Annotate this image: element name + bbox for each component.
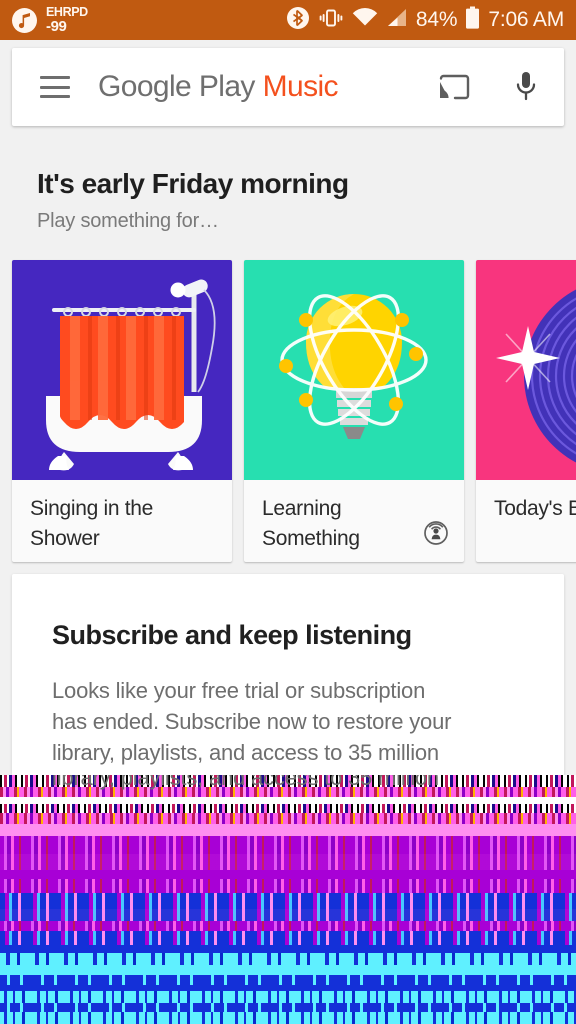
battery-icon xyxy=(465,6,480,35)
cell-signal-icon xyxy=(386,8,408,33)
podcast-icon xyxy=(424,521,448,562)
card-label: Today's Biggest xyxy=(476,480,576,562)
card-title: Today's Biggest xyxy=(494,497,576,520)
corrupted-text-remnant: library, playlists, and access to 35 mil… xyxy=(52,775,439,790)
hamburger-menu-icon[interactable] xyxy=(40,76,70,98)
network-type-label: EHRPD xyxy=(46,5,88,20)
shower-curtain-bathtub-artwork xyxy=(12,260,232,480)
app-bar: Google Play Music xyxy=(12,48,564,126)
vinyl-record-sparkle-artwork xyxy=(476,260,576,480)
signal-strength-label: -99 xyxy=(46,17,67,35)
brand-accent-label: Music xyxy=(262,70,339,103)
card-title: Learning Something xyxy=(262,497,360,550)
network-indicator: EHRPD -99 xyxy=(46,6,88,34)
card-singing-in-the-shower[interactable]: Singing in the Shower xyxy=(12,260,232,562)
card-label: Singing in the Shower xyxy=(12,480,232,562)
status-bar-right: 84% 7:06 AM xyxy=(286,6,564,35)
app-title: Google Play Music xyxy=(98,70,339,104)
vibrate-icon xyxy=(318,6,344,35)
status-bar: EHRPD -99 84% 7:06 AM xyxy=(0,0,576,40)
clock-label: 7:06 AM xyxy=(488,8,564,31)
card-label: Learning Something xyxy=(244,480,464,562)
greeting-subtitle: Play something for… xyxy=(37,210,219,232)
lightbulb-atom-artwork xyxy=(244,260,464,480)
bluetooth-icon xyxy=(286,6,310,35)
subscribe-body: Looks like your free trial or subscripti… xyxy=(52,675,524,769)
subscribe-title: Subscribe and keep listening xyxy=(52,620,412,650)
greeting-title: It's early Friday morning xyxy=(37,168,349,199)
music-note-icon xyxy=(12,7,37,33)
app-bar-actions xyxy=(436,69,544,105)
microphone-icon[interactable] xyxy=(508,69,544,105)
cast-icon[interactable] xyxy=(436,69,472,105)
subscribe-body-line-1: Looks like your free trial or subscripti… xyxy=(52,678,426,703)
battery-percent-label: 84% xyxy=(415,8,458,31)
wifi-icon xyxy=(352,7,378,34)
card-todays-biggest[interactable]: Today's Biggest xyxy=(476,260,576,562)
subscribe-body-line-3: library, playlists, and access to 35 mil… xyxy=(52,740,439,766)
phone-screen: EHRPD -99 84% 7:06 AM Google Play Music … xyxy=(0,0,576,1024)
status-bar-left: EHRPD -99 xyxy=(12,6,88,34)
card-learning-something[interactable]: Learning Something xyxy=(244,260,464,562)
card-title: Singing in the Shower xyxy=(30,497,154,550)
render-corruption-region: library, playlists, and access to 35 mil… xyxy=(0,775,576,1024)
greeting-section: It's early Friday morning Play something… xyxy=(37,168,537,233)
brand-primary-label: Google Play xyxy=(98,70,255,103)
subscribe-body-line-2: has ended. Subscribe now to restore your xyxy=(52,709,452,735)
recommendation-carousel[interactable]: Singing in the Shower Learning Something… xyxy=(12,260,576,562)
